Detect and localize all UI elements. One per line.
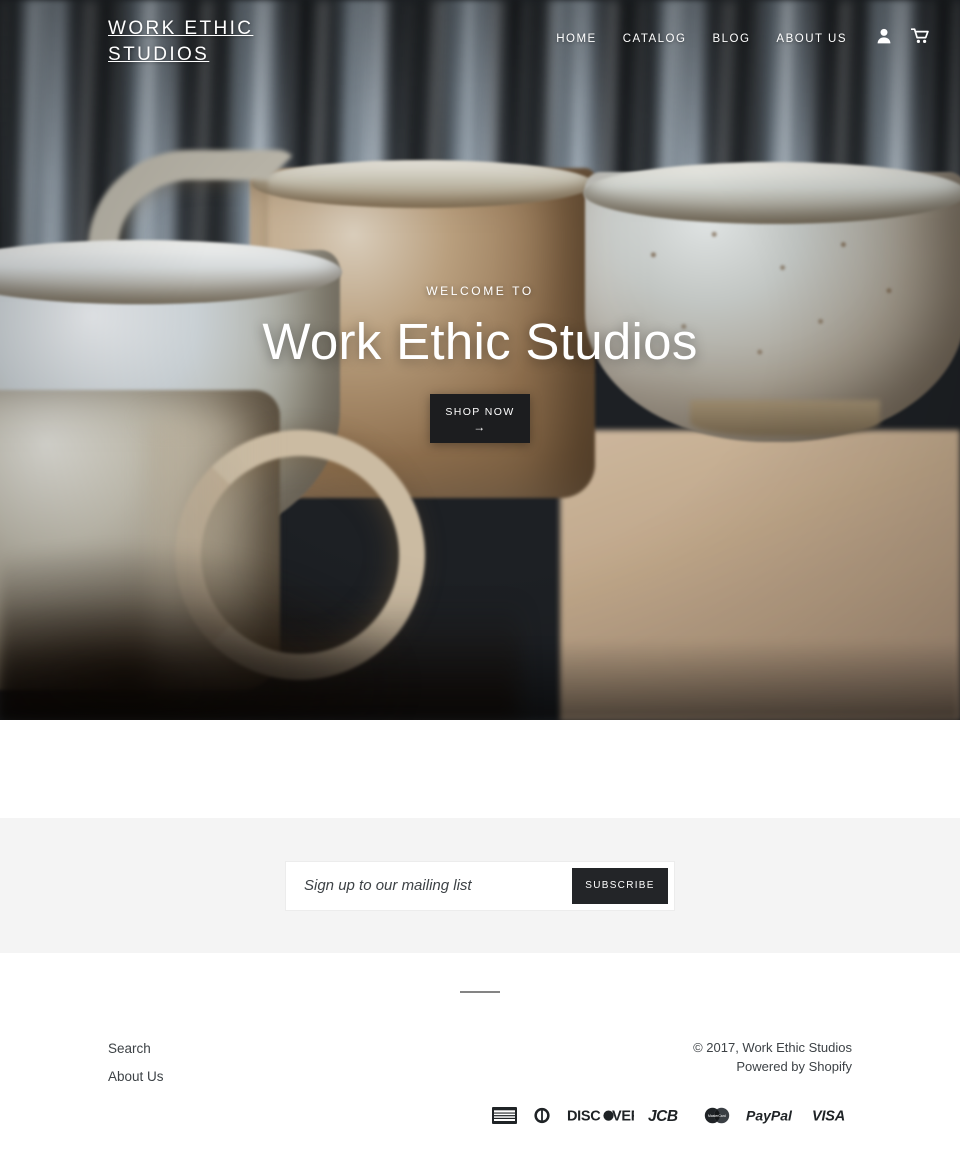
nav-item-catalog[interactable]: CATALOG bbox=[623, 33, 687, 45]
footer-link-about-us[interactable]: About Us bbox=[108, 1066, 164, 1088]
nav-item-about-us[interactable]: ABOUT US bbox=[776, 33, 847, 45]
discover-icon: DISC VER bbox=[567, 1107, 642, 1129]
mastercard-icon: MasterCard bbox=[702, 1107, 732, 1129]
site-header: WORK ETHIC STUDIOS HOME CATALOG BLOG ABO… bbox=[0, 0, 960, 76]
visa-icon: VISA bbox=[812, 1107, 852, 1129]
content-spacer bbox=[0, 720, 960, 818]
header-icon-group bbox=[877, 28, 930, 49]
paypal-icon: PayPal bbox=[746, 1107, 798, 1129]
nav-item-home[interactable]: HOME bbox=[556, 33, 597, 45]
american-express-icon bbox=[492, 1107, 517, 1129]
svg-text:VISA: VISA bbox=[812, 1109, 845, 1124]
subscribe-button[interactable]: SUBSCRIBE bbox=[572, 867, 668, 904]
hero-kicker: WELCOME TO bbox=[426, 284, 534, 298]
arrow-right-icon: → bbox=[473, 420, 487, 434]
footer-meta: © 2017, Work Ethic Studios Powered by Sh… bbox=[693, 1038, 852, 1088]
hero-content: WELCOME TO Work Ethic Studios SHOP NOW → bbox=[0, 0, 960, 720]
cart-icon[interactable] bbox=[910, 28, 930, 49]
shop-now-label: SHOP NOW bbox=[445, 406, 515, 418]
site-footer: Search About Us © 2017, Work Ethic Studi… bbox=[0, 953, 960, 1129]
copyright-text: © 2017, Work Ethic Studios bbox=[693, 1040, 852, 1055]
hero-banner: WORK ETHIC STUDIOS HOME CATALOG BLOG ABO… bbox=[0, 0, 960, 720]
jcb-icon: JCB bbox=[648, 1107, 688, 1129]
svg-text:MasterCard: MasterCard bbox=[708, 1114, 726, 1118]
nav-item-blog[interactable]: BLOG bbox=[712, 33, 750, 45]
payment-methods: DISC VER JCB MasterCard PayPal bbox=[0, 1088, 960, 1129]
diners-club-icon bbox=[531, 1107, 553, 1129]
svg-text:VER: VER bbox=[612, 1108, 634, 1124]
svg-text:PayPal: PayPal bbox=[746, 1108, 793, 1124]
svg-text:DISC: DISC bbox=[567, 1108, 601, 1124]
shopify-link[interactable]: Shopify bbox=[809, 1059, 852, 1074]
footer-link-search[interactable]: Search bbox=[108, 1038, 164, 1060]
newsletter-email-input[interactable] bbox=[286, 861, 572, 910]
newsletter-form: SUBSCRIBE bbox=[285, 860, 675, 911]
main-navigation: HOME CATALOG BLOG ABOUT US bbox=[556, 16, 930, 49]
powered-by-prefix: Powered by bbox=[736, 1059, 809, 1074]
hero-title: Work Ethic Studios bbox=[262, 313, 698, 370]
site-logo[interactable]: WORK ETHIC STUDIOS bbox=[108, 16, 288, 68]
shop-now-button[interactable]: SHOP NOW → bbox=[430, 394, 530, 443]
account-icon[interactable] bbox=[877, 28, 891, 49]
footer-main: Search About Us © 2017, Work Ethic Studi… bbox=[0, 993, 960, 1088]
svg-text:JCB: JCB bbox=[648, 1108, 678, 1124]
newsletter-section: SUBSCRIBE bbox=[0, 818, 960, 953]
powered-by-line: Powered by Shopify bbox=[693, 1057, 852, 1076]
footer-link-list: Search About Us bbox=[108, 1038, 164, 1088]
